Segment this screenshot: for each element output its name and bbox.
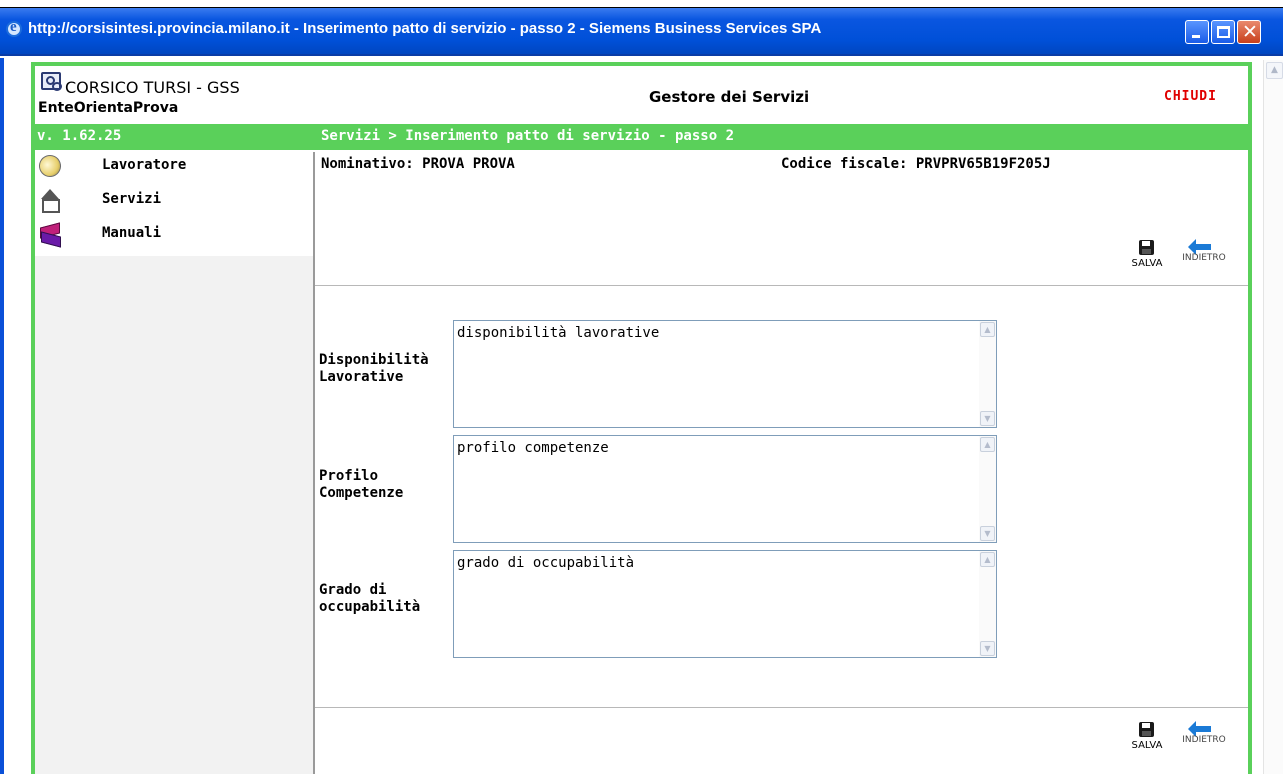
divider: [315, 285, 1248, 286]
maximize-button[interactable]: [1211, 20, 1235, 44]
scroll-up-icon[interactable]: ▲: [980, 322, 995, 337]
field-label-line: Profilo: [319, 468, 379, 484]
floppy-save-icon: [1139, 240, 1154, 255]
save-label: SALVA: [1131, 740, 1163, 751]
maximize-icon: [1217, 26, 1230, 38]
back-arrow-icon: [1188, 721, 1211, 737]
back-button-top[interactable]: INDIETRO: [1178, 239, 1230, 270]
version-label: v. 1.62.25: [37, 128, 122, 144]
field-label-line: occupabilità: [319, 599, 421, 615]
back-arrow-icon: [1188, 239, 1211, 255]
textarea-scrollbar[interactable]: ▲ ▼: [979, 551, 996, 657]
scroll-down-icon[interactable]: ▼: [980, 526, 995, 541]
app-header: CORSICO TURSI - GSS EnteOrientaProva Ges…: [35, 66, 1248, 122]
services-house-icon: [39, 189, 61, 213]
field-label-profilo: Profilo Competenze: [319, 468, 403, 502]
textarea-value: grado di occupabilità: [457, 555, 635, 571]
floppy-save-icon: [1139, 722, 1154, 737]
scroll-down-icon[interactable]: ▼: [980, 641, 995, 656]
minimize-button[interactable]: [1185, 20, 1209, 44]
save-label: SALVA: [1131, 258, 1163, 269]
back-button-bottom[interactable]: INDIETRO: [1178, 721, 1230, 752]
field-label-line: Disponibilità: [319, 352, 429, 368]
codice-fiscale-label: Codice fiscale: PRVPRV65B19F205J: [781, 156, 1051, 172]
save-button-top[interactable]: SALVA: [1130, 240, 1164, 274]
back-label: INDIETRO: [1182, 735, 1226, 745]
window-titlebar[interactable]: http://corsisintesi.provincia.milano.it …: [0, 8, 1283, 56]
disponibilita-textarea[interactable]: disponibilità lavorative ▲ ▼: [453, 320, 997, 428]
field-label-disponibilita: Disponibilità Lavorative: [319, 352, 429, 386]
field-label-grado: Grado di occupabilità: [319, 582, 420, 616]
browser-icon: [6, 19, 22, 37]
nominativo-label: Nominativo: PROVA PROVA: [321, 156, 515, 172]
app-container: CORSICO TURSI - GSS EnteOrientaProva Ges…: [31, 62, 1252, 774]
sidebar-menu: Lavoratore Servizi Manuali: [35, 151, 313, 256]
scroll-up-arrow-icon[interactable]: ▲: [1266, 62, 1283, 79]
close-icon: ✕: [1242, 21, 1258, 43]
save-button-bottom[interactable]: SALVA: [1130, 722, 1164, 756]
app-title: Gestore dei Servizi: [649, 88, 810, 106]
org-logo-icon: [41, 72, 62, 91]
scroll-down-icon[interactable]: ▼: [980, 411, 995, 426]
sidebar-background: [35, 256, 313, 774]
field-label-line: Grado di: [319, 582, 387, 598]
page-scrollbar[interactable]: ▲: [1263, 60, 1283, 774]
sidebar-item-servizi[interactable]: Servizi: [35, 186, 313, 220]
status-bar: v. 1.62.25 Servizi > Inserimento patto d…: [35, 124, 1248, 150]
sidebar-item-manuali[interactable]: Manuali: [35, 220, 313, 254]
sidebar-item-label: Lavoratore: [102, 157, 187, 173]
sidebar-item-label: Servizi: [102, 191, 162, 207]
grado-textarea[interactable]: grado di occupabilità ▲ ▼: [453, 550, 997, 658]
sidebar-item-lavoratore[interactable]: Lavoratore: [35, 151, 313, 186]
minimize-icon: [1192, 35, 1200, 38]
field-label-line: Competenze: [319, 485, 404, 501]
breadcrumb: Servizi > Inserimento patto di servizio …: [321, 128, 735, 144]
scroll-up-icon[interactable]: ▲: [980, 552, 995, 567]
close-app-link[interactable]: CHIUDI: [1164, 89, 1217, 104]
back-label: INDIETRO: [1182, 253, 1226, 263]
worker-icon: [35, 151, 65, 181]
books-icon: [39, 223, 61, 245]
close-window-button[interactable]: ✕: [1237, 20, 1261, 44]
profilo-textarea[interactable]: profilo competenze ▲ ▼: [453, 435, 997, 543]
textarea-value: profilo competenze: [457, 440, 609, 456]
textarea-scrollbar[interactable]: ▲ ▼: [979, 436, 996, 542]
window-frame-left: [0, 58, 4, 774]
sidebar-item-label: Manuali: [102, 225, 162, 241]
sidebar-nav: Lavoratore Servizi Manuali: [35, 151, 313, 774]
org-name: CORSICO TURSI - GSS: [65, 78, 240, 97]
field-label-line: Lavorative: [319, 369, 404, 385]
main-content: Nominativo: PROVA PROVA Codice fiscale: …: [315, 152, 1248, 774]
textarea-value: disponibilità lavorative: [457, 325, 660, 341]
window-title: http://corsisintesi.provincia.milano.it …: [28, 20, 822, 37]
textarea-scrollbar[interactable]: ▲ ▼: [979, 321, 996, 427]
divider: [315, 707, 1248, 708]
org-subtitle: EnteOrientaProva: [38, 100, 179, 116]
scroll-up-icon[interactable]: ▲: [980, 437, 995, 452]
